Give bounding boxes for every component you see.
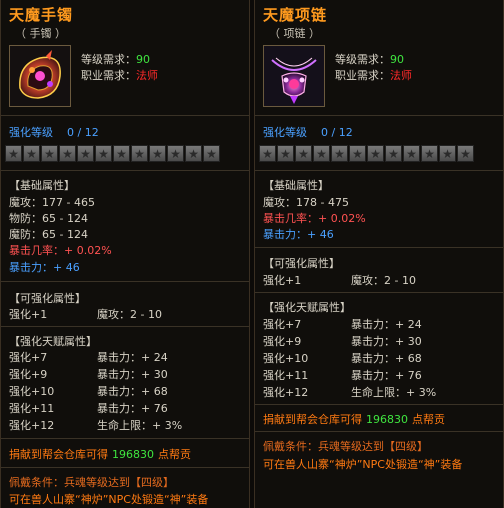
talent-attribute: 强化+9 暴击力：+ 30 (263, 335, 422, 348)
level-requirement: 等级需求：90 (81, 53, 150, 66)
bracelet-icon[interactable] (9, 45, 71, 107)
talent-attribute: 强化+11 暴击力：+ 76 (9, 402, 168, 415)
divider (255, 247, 503, 248)
donation-value: 196830 (366, 413, 408, 426)
base-attributes-header: 【基础属性】 (263, 179, 329, 192)
necklace-icon[interactable] (263, 45, 325, 107)
divider (255, 292, 503, 293)
star-icon: ★ (41, 145, 58, 162)
enhanceable-attributes-header: 【可强化属性】 (263, 257, 340, 270)
star-icon: ★ (349, 145, 366, 162)
item-tooltip-bracelet: 天魔手镯 （ 手镯 ） 等级需求：90 职业需求：法师 强化等级0 / 12 (0, 0, 250, 508)
talent-attribute: 强化+12 生命上限：+ 3% (263, 386, 437, 399)
item-tooltip-necklace: 天魔项链 （ 项链 ） 等级需求：90 职业需求：法师 强化等级 0 / 12 … (254, 0, 504, 508)
level-requirement-value: 90 (390, 53, 404, 66)
talent-attribute: 强化+10 暴击力：+ 68 (263, 352, 422, 365)
donation-value: 196830 (112, 448, 154, 461)
star-icon: ★ (77, 145, 94, 162)
talent-attribute: 强化+9 暴击力：+ 30 (9, 368, 168, 381)
divider (1, 115, 249, 116)
level-requirement-value: 90 (136, 53, 150, 66)
forge-hint: 可在兽人山寨“神炉”NPC处锻造“神”装备 (9, 493, 209, 506)
base-attribute: 暴击几率：+ 0.02% (9, 244, 112, 257)
divider (1, 281, 249, 282)
talent-attribute: 强化+11 暴击力：+ 76 (263, 369, 422, 382)
base-attribute: 魔攻：178 - 475 (263, 196, 349, 209)
enhance-stars: ★ ★ ★ ★ ★ ★ ★ ★ ★ ★ ★ ★ (259, 145, 499, 163)
base-attribute: 魔攻：177 - 465 (9, 196, 95, 209)
talent-attributes-header: 【强化天赋属性】 (263, 301, 351, 314)
level-requirement: 等级需求：90 (335, 53, 404, 66)
star-icon: ★ (313, 145, 330, 162)
divider (255, 115, 503, 116)
divider (255, 431, 503, 432)
base-attribute: 暴击几率：+ 0.02% (263, 212, 366, 225)
enhanceable-attribute: 强化+1 魔攻：2 - 10 (9, 308, 162, 321)
divider (1, 170, 249, 171)
divider (1, 438, 249, 439)
base-attribute: 暴击力：+ 46 (263, 228, 334, 241)
star-icon: ★ (421, 145, 438, 162)
star-icon: ★ (259, 145, 276, 162)
star-icon: ★ (5, 145, 22, 162)
base-attributes-header: 【基础属性】 (9, 179, 75, 192)
class-requirement-value: 法师 (390, 69, 412, 82)
item-name: 天魔项链 (263, 6, 328, 24)
star-icon: ★ (295, 145, 312, 162)
item-type: （ 手镯 ） (15, 27, 66, 40)
enhance-stars: ★ ★ ★ ★ ★ ★ ★ ★ ★ ★ ★ ★ (5, 145, 245, 163)
enhance-level: 强化等级 0 / 12 (9, 126, 99, 139)
item-type: （ 项链 ） (269, 27, 320, 40)
star-icon: ★ (203, 145, 220, 162)
star-icon: ★ (131, 145, 148, 162)
class-requirement-value: 法师 (136, 69, 158, 82)
guild-donation: 捐献到帮会仓库可得 196830 点帮贡 (263, 413, 445, 426)
star-icon: ★ (23, 145, 40, 162)
forge-hint: 可在兽人山寨“神炉”NPC处锻造“神”装备 (263, 458, 463, 471)
star-icon: ★ (185, 145, 202, 162)
talent-attribute: 强化+12 生命上限：+ 3% (9, 419, 183, 432)
talent-attribute: 强化+10 暴击力：+ 68 (9, 385, 168, 398)
star-icon: ★ (167, 145, 184, 162)
enhance-level: 强化等级 0 / 12 (263, 126, 353, 139)
talent-attribute: 强化+7 暴击力：+ 24 (9, 351, 168, 364)
enhanceable-attribute: 强化+1 魔攻：2 - 10 (263, 274, 416, 287)
divider (255, 170, 503, 171)
equip-condition: 佩戴条件：兵魂等级达到【四级】 (263, 440, 428, 453)
base-attribute: 物防：65 - 124 (9, 212, 88, 225)
divider (1, 326, 249, 327)
star-icon: ★ (59, 145, 76, 162)
enhanceable-attributes-header: 【可强化属性】 (9, 292, 86, 305)
class-requirement: 职业需求：法师 (81, 69, 158, 82)
star-icon: ★ (331, 145, 348, 162)
base-attribute: 暴击力：+ 46 (9, 261, 80, 274)
item-name: 天魔手镯 (9, 6, 74, 24)
guild-donation: 捐献到帮会仓库可得 196830 点帮贡 (9, 448, 191, 461)
star-icon: ★ (113, 145, 130, 162)
base-attribute: 魔防：65 - 124 (9, 228, 88, 241)
talent-attribute: 强化+7 暴击力：+ 24 (263, 318, 422, 331)
class-requirement: 职业需求：法师 (335, 69, 412, 82)
star-icon: ★ (403, 145, 420, 162)
star-icon: ★ (439, 145, 456, 162)
divider (255, 404, 503, 405)
equip-condition: 佩戴条件：兵魂等级达到【四级】 (9, 476, 174, 489)
star-icon: ★ (457, 145, 474, 162)
star-icon: ★ (95, 145, 112, 162)
divider (1, 467, 249, 468)
star-icon: ★ (277, 145, 294, 162)
talent-attributes-header: 【强化天赋属性】 (9, 335, 97, 348)
star-icon: ★ (385, 145, 402, 162)
star-icon: ★ (149, 145, 166, 162)
star-icon: ★ (367, 145, 384, 162)
